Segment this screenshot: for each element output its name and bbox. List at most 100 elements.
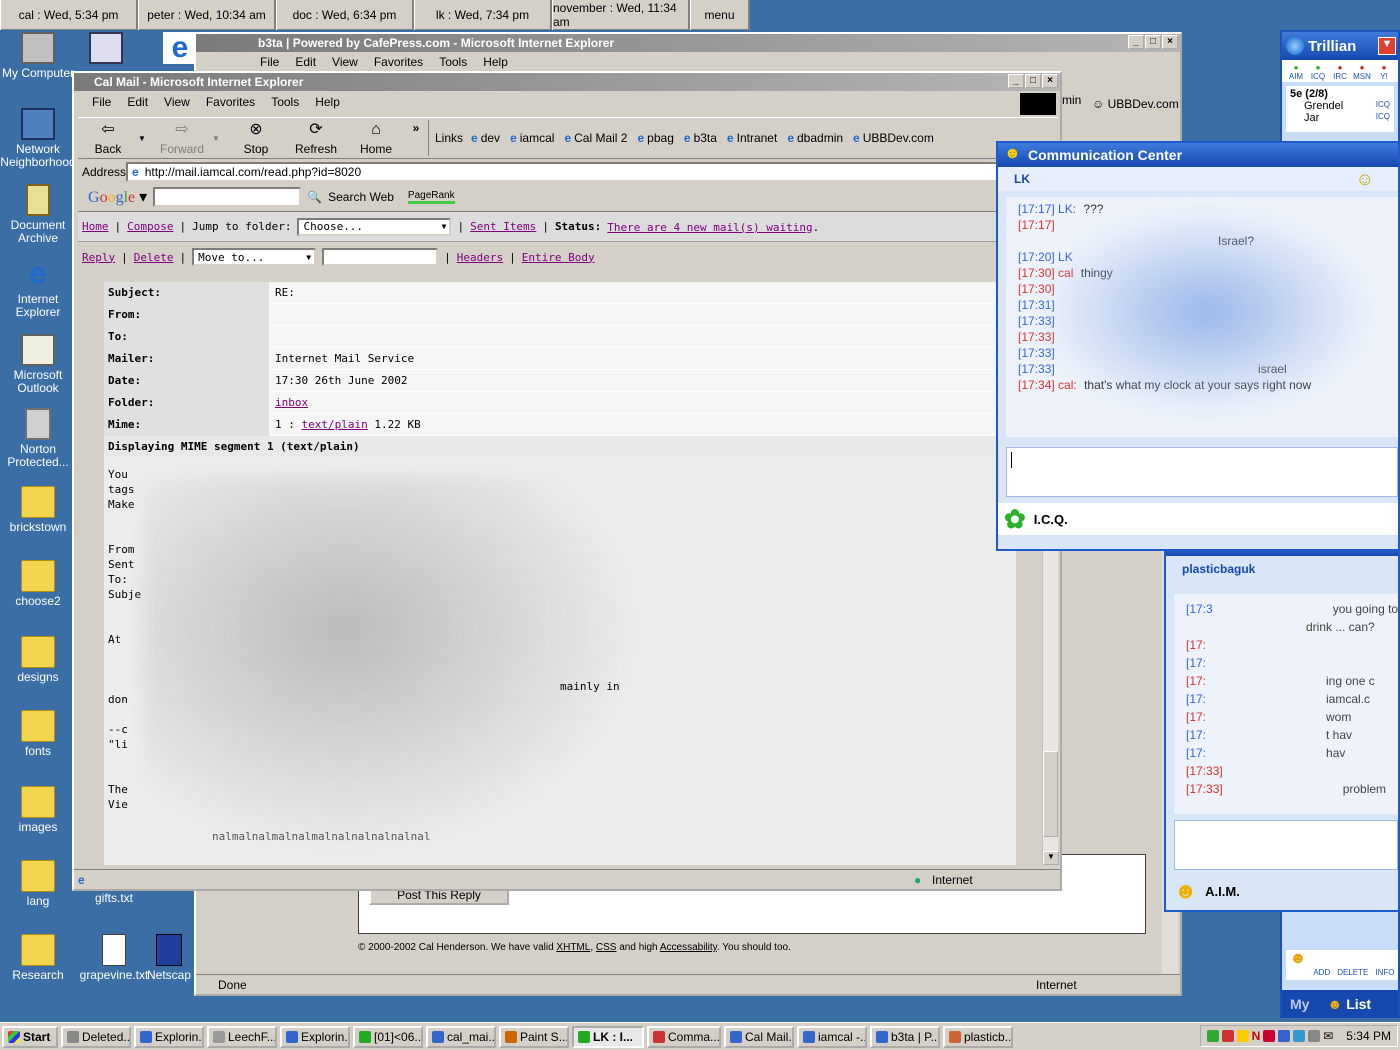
taskbar-button[interactable]: [01]<06...: [353, 1025, 423, 1048]
scroll-thumb[interactable]: [1043, 751, 1058, 837]
aim-communication-center[interactable]: plasticbaguk [17:3 you going to drink ... …: [1164, 542, 1400, 912]
mime-link[interactable]: text/plain: [302, 418, 368, 431]
desktop-icon-netscape[interactable]: Netscap: [142, 934, 196, 982]
link-cal-mail-2[interactable]: e Cal Mail 2: [564, 131, 627, 145]
desktop-icon-gifts[interactable]: gifts.txt: [76, 892, 152, 905]
network-irc[interactable]: ● IRC: [1330, 63, 1350, 81]
taskbar-button[interactable]: iamcal -...: [797, 1025, 867, 1048]
menu-help[interactable]: Help: [315, 95, 340, 109]
menu-favorites[interactable]: Favorites: [206, 95, 255, 109]
clock-4[interactable]: november : Wed, 11:34 am: [552, 0, 690, 30]
icq-titlebar[interactable]: ☻ Communication Center: [998, 143, 1398, 167]
add-button[interactable]: ADD: [1313, 950, 1330, 980]
start-button[interactable]: Start: [2, 1025, 58, 1048]
person-icon[interactable]: ☻: [1290, 950, 1307, 980]
tray-icon[interactable]: [1293, 1030, 1306, 1042]
desktop-icon-brickstown[interactable]: brickstown: [0, 486, 76, 534]
folder-link[interactable]: inbox: [269, 396, 308, 409]
tray-icon[interactable]: [1221, 1030, 1234, 1042]
volume-icon[interactable]: [1308, 1030, 1321, 1042]
clock-0[interactable]: cal : Wed, 5:34 pm: [0, 0, 138, 30]
smiley-icon[interactable]: ☺: [1356, 169, 1374, 190]
desktop-icon-app[interactable]: [76, 32, 136, 67]
menu-favorites[interactable]: Favorites: [374, 55, 423, 69]
delete-link[interactable]: Delete: [134, 251, 174, 264]
back-button[interactable]: ⇦ Back: [78, 120, 138, 156]
network-msn[interactable]: ● MSN: [1352, 63, 1372, 81]
google-search-input[interactable]: [153, 187, 302, 207]
forward-button[interactable]: ⇨ Forward: [152, 120, 212, 156]
taskbar-button[interactable]: Cal Mail...: [724, 1025, 794, 1048]
menu-file[interactable]: File: [92, 95, 111, 109]
menu-help[interactable]: Help: [483, 55, 508, 69]
desktop-icon-research[interactable]: Research: [0, 934, 76, 982]
menu-edit[interactable]: Edit: [295, 55, 316, 69]
desktop-icon-choose2[interactable]: choose2: [0, 560, 76, 608]
menu-edit[interactable]: Edit: [127, 95, 148, 109]
clock-2[interactable]: doc : Wed, 6:34 pm: [276, 0, 414, 30]
mail-icon[interactable]: ✉: [1323, 1029, 1333, 1043]
scroll-down-arrow-icon[interactable]: ▼: [1043, 851, 1059, 865]
css-link[interactable]: CSS: [596, 942, 617, 953]
tray-icon[interactable]: [1206, 1030, 1219, 1042]
address-input[interactable]: e http://mail.iamcal.com/read.php?id=8020: [126, 162, 1058, 182]
taskbar-button[interactable]: cal_mai...: [426, 1025, 496, 1048]
xhtml-link[interactable]: XHTML: [556, 942, 590, 953]
google-logo[interactable]: Google ▾: [78, 187, 147, 207]
close-button[interactable]: ×: [1162, 35, 1178, 49]
close-icon[interactable]: ▼: [1378, 37, 1396, 55]
icq-message-input[interactable]: [1006, 447, 1398, 497]
desktop-icon-lang[interactable]: lang: [0, 860, 76, 908]
menu-file[interactable]: File: [260, 55, 279, 69]
calmail-window[interactable]: Cal Mail - Microsoft Internet Explorer _…: [72, 71, 1062, 891]
tray-icon[interactable]: [1236, 1030, 1249, 1042]
contact-item[interactable]: Jar ICQ: [1290, 112, 1390, 124]
desktop-icon-images[interactable]: images: [0, 786, 76, 834]
taskbar-button[interactable]: Paint S...: [499, 1025, 569, 1048]
taskbar-button[interactable]: Deleted...: [61, 1025, 131, 1048]
menu-tools[interactable]: Tools: [439, 55, 467, 69]
calmail-titlebar[interactable]: Cal Mail - Microsoft Internet Explorer _…: [74, 73, 1060, 91]
accessability-link[interactable]: Accessability: [660, 942, 717, 953]
contact-group[interactable]: 5e (2/8): [1290, 88, 1390, 100]
desktop-icon-norton[interactable]: Norton Protected...: [0, 408, 76, 469]
taskbar-button[interactable]: Comma...: [647, 1025, 721, 1048]
search-web-button[interactable]: Search Web: [328, 190, 394, 204]
delete-button[interactable]: DELETE: [1337, 950, 1368, 980]
maximize-button[interactable]: □: [1145, 35, 1161, 49]
taskbar-button[interactable]: b3ta | P...: [870, 1025, 940, 1048]
desktop-icon-my-computer[interactable]: My Computer: [0, 32, 76, 80]
info-button[interactable]: INFO: [1375, 950, 1394, 980]
desktop-icon-designs[interactable]: designs: [0, 636, 76, 684]
close-button[interactable]: ×: [1042, 74, 1058, 88]
taskbar-button[interactable]: Explorin...: [134, 1025, 204, 1048]
tray-icon[interactable]: [1278, 1030, 1291, 1042]
taskbar-button[interactable]: LeechF...: [207, 1025, 277, 1048]
tab-my[interactable]: My: [1290, 996, 1309, 1012]
network-aim[interactable]: ● AIM: [1286, 63, 1306, 81]
clock[interactable]: 5:34 PM: [1346, 1029, 1391, 1043]
reply-link[interactable]: Reply: [82, 251, 115, 264]
home-button[interactable]: ⌂ Home: [346, 120, 406, 156]
move-target-input[interactable]: [322, 248, 439, 266]
desktop-icon-fonts[interactable]: fonts: [0, 710, 76, 758]
taskbar-button[interactable]: LK : I...: [572, 1025, 644, 1048]
menu-tools[interactable]: Tools: [271, 95, 299, 109]
desktop-icon-grapevine[interactable]: grapevine.txt: [76, 934, 152, 982]
clock-3[interactable]: lk : Wed, 7:34 pm: [414, 0, 552, 30]
headers-link[interactable]: Headers: [457, 251, 503, 264]
link-dbadmin[interactable]: e dbadmin: [787, 131, 843, 145]
norton-icon[interactable]: N: [1252, 1029, 1261, 1043]
entire-body-link[interactable]: Entire Body: [522, 251, 595, 264]
trillian-titlebar[interactable]: Trillian ▼: [1282, 32, 1398, 60]
aim-message-input[interactable]: [1174, 820, 1398, 870]
clock-5[interactable]: menu: [690, 0, 750, 30]
link-iamcal[interactable]: e iamcal: [510, 131, 554, 145]
nav-compose-link[interactable]: Compose: [127, 220, 173, 233]
forward-dropdown-icon[interactable]: ▼: [212, 134, 226, 143]
status-new-mail-link[interactable]: There are 4 new mail(s) waiting: [607, 221, 812, 234]
taskbar-button[interactable]: plasticb...: [943, 1025, 1013, 1048]
network-y[interactable]: ● Y!: [1374, 63, 1394, 81]
minimize-button[interactable]: _: [1128, 35, 1144, 49]
menu-view[interactable]: View: [164, 95, 190, 109]
